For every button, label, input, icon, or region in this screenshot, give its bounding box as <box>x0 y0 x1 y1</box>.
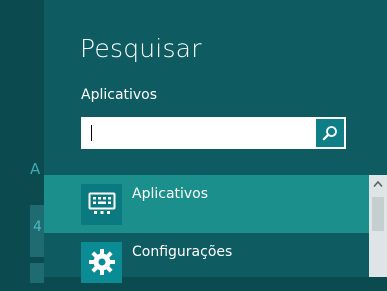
results-scrollbar[interactable] <box>369 175 387 277</box>
scroll-thumb[interactable] <box>372 197 384 231</box>
result-icon-tile <box>81 241 122 283</box>
gear-icon <box>88 249 115 275</box>
search-charm-pane: Pesquisar Aplicativos Aplicativos Config… <box>44 0 387 283</box>
magnifier-icon <box>322 126 337 141</box>
result-item-configuracoes[interactable]: Configurações <box>44 233 369 291</box>
text-caret <box>91 125 92 141</box>
scroll-up-button[interactable] <box>369 175 387 193</box>
backdrop-letter: A <box>30 160 41 178</box>
keyboard-icon <box>88 192 115 214</box>
result-label: Aplicativos <box>132 186 209 202</box>
search-button[interactable] <box>316 119 344 147</box>
result-item-aplicativos[interactable]: Aplicativos <box>44 175 369 233</box>
result-label: Configurações <box>132 244 233 260</box>
search-scope-label: Aplicativos <box>81 87 158 103</box>
start-screen-backdrop: A 4 <box>0 0 44 283</box>
results-list: Aplicativos Configurações <box>44 175 369 291</box>
backdrop-tile[interactable] <box>30 263 44 283</box>
backdrop-tile-glyph: 4 <box>33 219 42 235</box>
chevron-up-icon <box>373 180 383 188</box>
result-icon-tile <box>81 183 122 225</box>
search-box[interactable] <box>81 117 346 149</box>
charm-title: Pesquisar <box>80 34 202 63</box>
backdrop-tile[interactable]: 4 <box>30 205 44 257</box>
search-input[interactable] <box>82 118 318 148</box>
